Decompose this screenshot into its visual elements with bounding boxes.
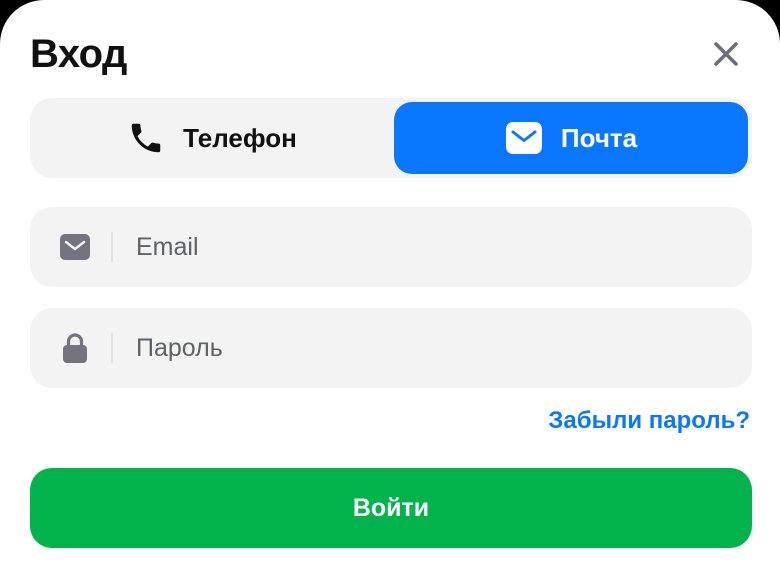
tab-mail-label: Почта — [560, 122, 638, 153]
email-field — [30, 207, 752, 287]
tab-mail[interactable]: Почта — [394, 102, 748, 174]
login-method-switch: Телефон Почта — [30, 98, 752, 178]
phone-icon — [131, 123, 161, 153]
tab-phone[interactable]: Телефон — [34, 102, 390, 174]
field-divider — [111, 232, 113, 262]
close-button[interactable] — [706, 34, 746, 74]
password-input[interactable] — [134, 308, 734, 388]
dialog-header: Вход — [30, 28, 752, 80]
email-input[interactable] — [134, 207, 734, 287]
mail-icon — [58, 229, 92, 265]
tab-phone-label: Телефон — [183, 122, 297, 153]
field-divider — [111, 333, 113, 363]
login-button[interactable]: Войти — [30, 468, 752, 548]
lock-icon — [58, 330, 92, 366]
forgot-password-link[interactable]: Забыли пароль? — [548, 404, 750, 438]
dialog-title: Вход — [30, 32, 127, 76]
password-field — [30, 308, 752, 388]
mail-icon — [505, 122, 542, 154]
close-icon — [714, 42, 738, 66]
login-dialog: Вход Телефон Почта Email Забыли пароль? … — [0, 0, 780, 577]
